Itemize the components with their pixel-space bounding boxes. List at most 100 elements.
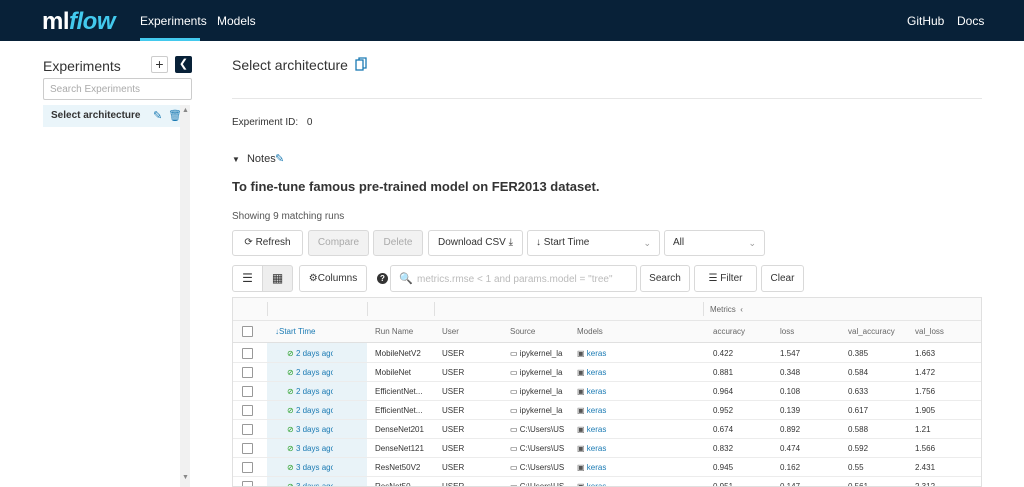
column-header-source[interactable]: Source (502, 321, 535, 343)
scroll-down-arrow-icon[interactable]: ▼ (182, 474, 189, 481)
compare-button[interactable]: Compare (308, 230, 369, 256)
cell-model[interactable]: ▣ keras (569, 363, 699, 382)
row-checkbox[interactable] (242, 405, 253, 416)
search-experiments-input[interactable] (43, 78, 192, 100)
table-row[interactable]: ⊘ 2 days ago MobileNet USER ▭ ipykernel_la ▣… (233, 363, 981, 382)
cell-start-time[interactable]: ⊘ 3 days ago (267, 420, 333, 439)
column-header-models[interactable]: Models (569, 321, 603, 343)
sort-select[interactable]: ↓ Start Time ⌄ (527, 230, 660, 256)
cell-model[interactable]: ▣ keras (569, 458, 699, 477)
cell-model[interactable]: ▣ keras (569, 420, 699, 439)
runs-search-input[interactable] (417, 270, 632, 288)
experiment-description: To fine-tune famous pre-trained model on… (232, 179, 600, 194)
notes-toggle[interactable]: ▼ Notes (232, 153, 276, 165)
table-row[interactable]: ⊘ 2 days ago EfficientNet... USER ▭ ipykern… (233, 401, 981, 420)
edit-notes-icon[interactable]: ✎ (275, 152, 284, 165)
cell-start-time[interactable]: ⊘ 2 days ago (267, 344, 333, 363)
filter-icon: ☰ (708, 273, 718, 284)
scroll-up-arrow-icon[interactable]: ▲ (182, 107, 189, 114)
cell-run-name[interactable]: DenseNet121 (367, 439, 433, 458)
cell-model[interactable]: ▣ keras (569, 477, 699, 487)
table-row[interactable]: ⊘ 2 days ago EfficientNet... USER ▭ ipykern… (233, 382, 981, 401)
cell-run-name[interactable]: ResNet50V2 (367, 458, 433, 477)
sidebar-item-select-architecture[interactable]: Select architecture ✎ 🗑 (43, 105, 182, 127)
cell-run-name[interactable]: ResNet50 (367, 477, 433, 486)
cell-model[interactable]: ▣ keras (569, 382, 699, 401)
edit-icon[interactable]: ✎ (153, 109, 162, 122)
row-checkbox[interactable] (242, 348, 253, 359)
cell-start-time[interactable]: ⊘ 3 days ago (267, 477, 333, 486)
nav-models[interactable]: Models (217, 14, 256, 28)
list-view-button[interactable]: ☰ (232, 265, 263, 292)
nav-experiments[interactable]: Experiments (140, 14, 207, 28)
cell-model[interactable]: ▣ keras (569, 401, 699, 420)
header-separator (703, 302, 704, 316)
table-row[interactable]: ⊘ 2 days ago MobileNetV2 USER ▭ ipykernel_l… (233, 344, 981, 363)
metrics-group-label[interactable]: Metrics ‹ (710, 305, 743, 314)
add-experiment-button[interactable]: + (151, 56, 168, 73)
filter-button[interactable]: ☰ Filter (694, 265, 757, 292)
column-header-val-loss[interactable]: val_loss (907, 321, 944, 343)
cell-accuracy: 0.964 (713, 387, 734, 396)
cell-run-name[interactable]: MobileNet (367, 363, 433, 382)
delete-button[interactable]: Delete (373, 230, 423, 256)
cell-run-name[interactable]: MobileNetV2 (367, 344, 433, 363)
nav-docs[interactable]: Docs (957, 14, 984, 28)
cell-loss: 0.474 (780, 444, 801, 453)
refresh-button[interactable]: ⟳ Refresh (232, 230, 303, 256)
cell-loss: 0.348 (780, 368, 801, 377)
cell-start-time[interactable]: ⊘ 3 days ago (267, 439, 333, 458)
row-checkbox[interactable] (242, 462, 253, 473)
cell-run-name[interactable]: EfficientNet... (367, 382, 433, 401)
sidebar-scrollbar[interactable] (180, 105, 190, 487)
copy-icon[interactable] (355, 57, 367, 71)
cell-val-loss: 2.312 (915, 482, 936, 487)
row-checkbox[interactable] (242, 443, 253, 454)
cell-val-accuracy: 0.633 (848, 387, 869, 396)
cell-val-loss: 2.431 (915, 463, 936, 472)
row-checkbox[interactable] (242, 481, 253, 486)
cell-start-time[interactable]: ⊘ 2 days ago (267, 363, 333, 382)
column-header-start-time[interactable]: ↓Start Time (267, 321, 315, 343)
table-row[interactable]: ⊘ 3 days ago ResNet50V2 USER ▭ C:\Users\US ▣… (233, 458, 981, 477)
header-separator (267, 302, 268, 316)
download-csv-button[interactable]: Download CSV ⤓ (428, 230, 523, 256)
cell-accuracy: 0.951 (713, 482, 734, 487)
notebook-icon: ▭ (510, 406, 520, 415)
check-circle-icon: ⊘ (287, 387, 296, 396)
column-header-run-name[interactable]: Run Name (367, 321, 413, 343)
columns-button[interactable]: ⚙Columns (299, 265, 367, 292)
chevron-down-icon: ⌄ (643, 238, 651, 248)
cell-run-name[interactable]: DenseNet201 (367, 420, 433, 439)
model-icon: ▣ (577, 482, 587, 487)
cell-model[interactable]: ▣ keras (569, 344, 699, 363)
table-view-button[interactable]: ▦ (262, 265, 293, 292)
sort-arrow-icon: ↓ (536, 237, 541, 248)
column-header-accuracy[interactable]: accuracy (705, 321, 745, 343)
notebook-icon: ▭ (510, 444, 520, 453)
row-checkbox[interactable] (242, 367, 253, 378)
cell-start-time[interactable]: ⊘ 2 days ago (267, 382, 333, 401)
row-checkbox[interactable] (242, 386, 253, 397)
header-separator (434, 302, 435, 316)
table-row[interactable]: ⊘ 3 days ago ResNet50 USER ▭ C:\Users\US ▣ k… (233, 477, 981, 487)
mlflow-logo[interactable]: mlflow (42, 8, 116, 36)
search-button[interactable]: Search (640, 265, 690, 292)
clear-button[interactable]: Clear (761, 265, 804, 292)
column-header-val-accuracy[interactable]: val_accuracy (840, 321, 895, 343)
collapse-sidebar-button[interactable]: ❮ (175, 56, 192, 73)
nav-github[interactable]: GitHub (907, 14, 944, 28)
help-icon[interactable]: ? (377, 273, 388, 284)
table-row[interactable]: ⊘ 3 days ago DenseNet121 USER ▭ C:\Users\US… (233, 439, 981, 458)
cell-run-name[interactable]: EfficientNet... (367, 401, 433, 420)
column-header-user[interactable]: User (434, 321, 459, 343)
cell-model[interactable]: ▣ keras (569, 439, 699, 458)
cell-start-time[interactable]: ⊘ 2 days ago (267, 401, 333, 420)
column-header-loss[interactable]: loss (772, 321, 794, 343)
table-row[interactable]: ⊘ 3 days ago DenseNet201 USER ▭ C:\Users\US… (233, 420, 981, 439)
lifecycle-filter-select[interactable]: All ⌄ (664, 230, 765, 256)
cell-user: USER (442, 463, 465, 472)
row-checkbox[interactable] (242, 424, 253, 435)
select-all-checkbox[interactable] (242, 326, 253, 337)
cell-start-time[interactable]: ⊘ 3 days ago (267, 458, 333, 477)
